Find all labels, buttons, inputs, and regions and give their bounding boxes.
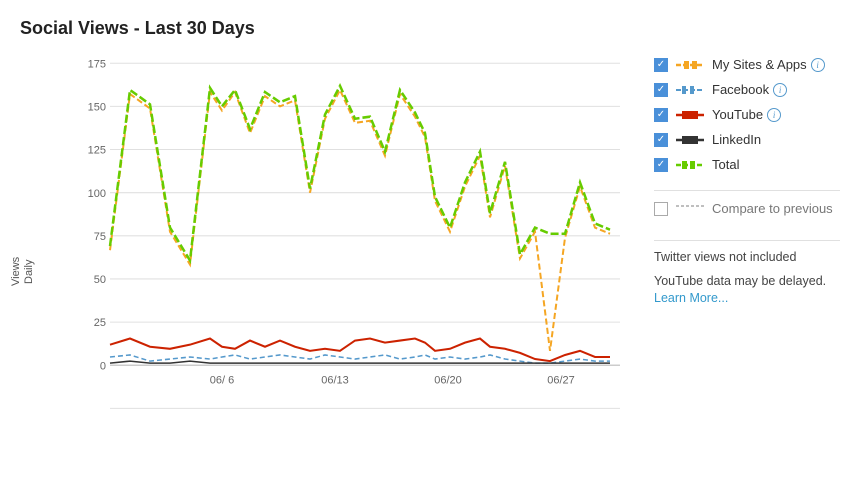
legend-item-youtube: YouTube i bbox=[654, 107, 840, 122]
main-container: Social Views - Last 30 Days DailyViews bbox=[0, 0, 860, 500]
legend-checkbox-total[interactable] bbox=[654, 158, 668, 172]
svg-text:25: 25 bbox=[94, 317, 106, 329]
chart-svg-container: 175 150 125 100 75 50 25 0 06/ 6 06/13 0… bbox=[70, 53, 630, 490]
legend-item-linkedin: LinkedIn bbox=[654, 132, 840, 147]
compare-line-icon bbox=[676, 199, 704, 218]
svg-text:125: 125 bbox=[88, 145, 106, 157]
legend-checkbox-my-sites[interactable] bbox=[654, 58, 668, 72]
page-title: Social Views - Last 30 Days bbox=[20, 18, 840, 39]
legend-line-facebook bbox=[676, 83, 704, 97]
svg-text:175: 175 bbox=[88, 58, 106, 70]
info-icon-facebook[interactable]: i bbox=[773, 83, 787, 97]
svg-text:75: 75 bbox=[94, 231, 106, 243]
svg-text:06/ 6: 06/ 6 bbox=[210, 375, 234, 387]
svg-text:50: 50 bbox=[94, 274, 106, 286]
legend-checkbox-linkedin[interactable] bbox=[654, 133, 668, 147]
svg-text:06/20: 06/20 bbox=[434, 375, 461, 387]
legend-label-facebook: Facebook bbox=[712, 82, 769, 97]
chart-wrapper: DailyViews 175 150 125 bbox=[20, 53, 630, 490]
svg-text:100: 100 bbox=[88, 188, 106, 200]
info-icon-my-sites[interactable]: i bbox=[811, 58, 825, 72]
chart-area: DailyViews 175 150 125 bbox=[20, 53, 840, 490]
legend-line-linkedin bbox=[676, 133, 704, 147]
line-chart: 175 150 125 100 75 50 25 0 06/ 6 06/13 0… bbox=[70, 53, 630, 433]
svg-text:0: 0 bbox=[100, 360, 106, 372]
legend-item-total: Total bbox=[654, 157, 840, 172]
legend-line-my-sites bbox=[676, 58, 704, 72]
notes-divider bbox=[654, 240, 840, 241]
twitter-note: Twitter views not included bbox=[654, 249, 840, 267]
legend-label-total: Total bbox=[712, 157, 739, 172]
legend-panel: My Sites & Apps i Facebook i YouTube i bbox=[630, 53, 840, 490]
svg-text:06/13: 06/13 bbox=[321, 375, 348, 387]
svg-text:06/27: 06/27 bbox=[547, 375, 574, 387]
youtube-note: YouTube data may be delayed. Learn More.… bbox=[654, 273, 840, 308]
svg-text:150: 150 bbox=[88, 101, 106, 113]
legend-label-youtube: YouTube bbox=[712, 107, 763, 122]
legend-checkbox-youtube[interactable] bbox=[654, 108, 668, 122]
legend-label-linkedin: LinkedIn bbox=[712, 132, 761, 147]
legend-divider bbox=[654, 190, 840, 191]
legend-line-youtube bbox=[676, 108, 704, 122]
compare-checkbox[interactable] bbox=[654, 202, 668, 216]
learn-more-link[interactable]: Learn More... bbox=[654, 291, 728, 305]
legend-line-total bbox=[676, 158, 704, 172]
compare-section: Compare to previous bbox=[654, 199, 840, 218]
compare-label: Compare to previous bbox=[712, 201, 833, 216]
youtube-note-text: YouTube data may be delayed. bbox=[654, 274, 826, 288]
legend-label-my-sites: My Sites & Apps bbox=[712, 57, 807, 72]
legend-item-my-sites: My Sites & Apps i bbox=[654, 57, 840, 72]
info-icon-youtube[interactable]: i bbox=[767, 108, 781, 122]
legend-checkbox-facebook[interactable] bbox=[654, 83, 668, 97]
legend-item-facebook: Facebook i bbox=[654, 82, 840, 97]
y-axis-label: DailyViews bbox=[10, 53, 36, 490]
